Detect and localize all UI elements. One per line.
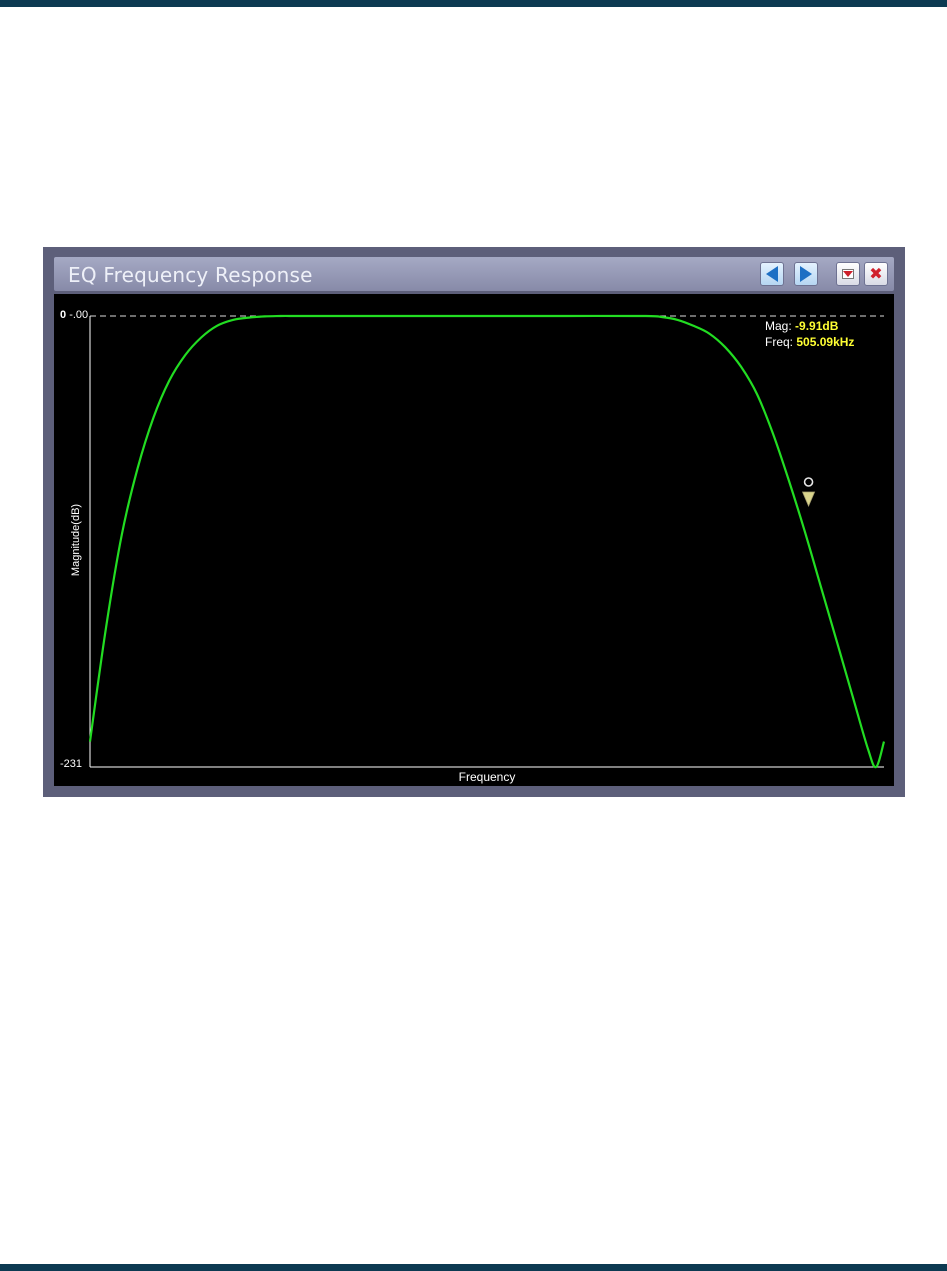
page-footer-bar bbox=[0, 1264, 947, 1271]
previous-icon bbox=[766, 266, 778, 282]
page-header-bar bbox=[0, 0, 947, 7]
close-icon: ✖ bbox=[869, 264, 883, 283]
next-icon bbox=[800, 266, 812, 282]
frequency-response-plot[interactable]: 0 -.00 -231 Magnitude(dB) Frequency Mag:… bbox=[54, 294, 894, 786]
y-tick-top: 0 -.00 bbox=[60, 309, 89, 321]
next-button[interactable] bbox=[794, 262, 818, 286]
dropdown-button[interactable] bbox=[836, 262, 860, 286]
y-axis-label: Magnitude(dB) bbox=[70, 503, 82, 577]
previous-button[interactable] bbox=[760, 262, 784, 286]
response-curve bbox=[88, 314, 886, 769]
magnitude-readout: Mag: -9.91dB bbox=[765, 319, 839, 333]
window-titlebar[interactable]: EQ Frequency Response ✖ bbox=[54, 257, 894, 291]
frequency-readout: Freq: 505.09kHz bbox=[765, 335, 855, 349]
frequency-response-chart[interactable] bbox=[54, 294, 894, 786]
close-button[interactable]: ✖ bbox=[864, 262, 888, 286]
eq-frequency-response-window: EQ Frequency Response ✖ 0 -.00 -231 Magn… bbox=[43, 247, 905, 797]
dropdown-icon bbox=[842, 269, 854, 279]
window-title: EQ Frequency Response bbox=[68, 263, 313, 287]
x-axis-label: Frequency bbox=[458, 770, 516, 784]
marker-pointer-icon[interactable] bbox=[801, 491, 816, 508]
marker-handle-icon[interactable] bbox=[803, 477, 814, 487]
y-tick-bottom: -231 bbox=[60, 758, 83, 770]
marker-readout: Mag: -9.91dB Freq: 505.09kHz bbox=[765, 318, 854, 350]
